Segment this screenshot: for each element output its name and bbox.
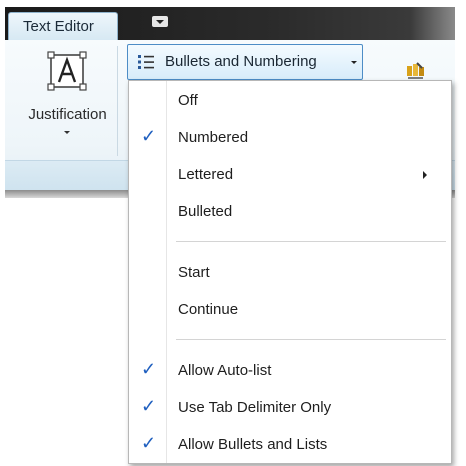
menu-item-allow-auto-list[interactable]: ✓ Allow Auto-list	[129, 355, 451, 389]
chevron-down-icon	[64, 131, 70, 134]
checkmark-icon: ✓	[141, 359, 157, 379]
menu-item-label: Bulleted	[178, 203, 233, 220]
bulleted-list-icon	[138, 55, 154, 69]
menu-item-label: Allow Bullets and Lists	[178, 436, 328, 453]
menu-item-start[interactable]: Start	[129, 257, 451, 291]
bullets-and-numbering-button[interactable]: Bullets and Numbering	[127, 44, 363, 80]
menu-item-allow-bullets-and-lists[interactable]: ✓ Allow Bullets and Lists	[129, 429, 451, 463]
menu-item-numbered[interactable]: ✓ Numbered	[129, 122, 451, 156]
chevron-down-icon	[351, 61, 357, 64]
checkmark-icon: ✓	[141, 126, 157, 146]
justification-icon	[47, 51, 87, 91]
menu-item-label: Continue	[178, 301, 239, 318]
menu-item-label: Use Tab Delimiter Only	[178, 399, 332, 416]
menu-item-off[interactable]: Off	[129, 85, 451, 119]
bullets-and-numbering-label: Bullets and Numbering	[165, 53, 317, 70]
ribbon-divider	[117, 46, 118, 156]
menu-item-label: Off	[178, 92, 198, 109]
menu-item-label: Numbered	[178, 129, 249, 146]
menu-item-continue[interactable]: Continue	[129, 294, 451, 328]
justification-label: Justification	[28, 106, 107, 123]
tab-label: Text Editor	[23, 18, 94, 35]
quick-access-dropdown[interactable]	[150, 15, 170, 28]
checkmark-icon: ✓	[141, 396, 157, 416]
menu-item-label: Allow Auto-list	[178, 362, 272, 379]
bullets-and-numbering-menu: Off ✓ Numbered Lettered Bulleted Start Continu…	[128, 80, 452, 464]
menu-item-bulleted[interactable]: Bulleted	[129, 196, 451, 230]
menu-separator	[176, 339, 446, 340]
paint-icon[interactable]	[405, 62, 427, 80]
menu-item-label: Start	[178, 264, 210, 281]
tab-text-editor[interactable]: Text Editor	[8, 12, 118, 42]
menu-item-label: Lettered	[178, 166, 234, 183]
chevron-down-icon	[156, 20, 164, 24]
justification-button[interactable]: Justification	[15, 45, 120, 150]
menu-item-use-tab-delimiter-only[interactable]: ✓ Use Tab Delimiter Only	[129, 392, 451, 426]
checkmark-icon: ✓	[141, 433, 157, 453]
menu-separator	[176, 241, 446, 242]
submenu-arrow-icon	[423, 171, 427, 179]
menu-item-lettered[interactable]: Lettered	[129, 159, 451, 193]
